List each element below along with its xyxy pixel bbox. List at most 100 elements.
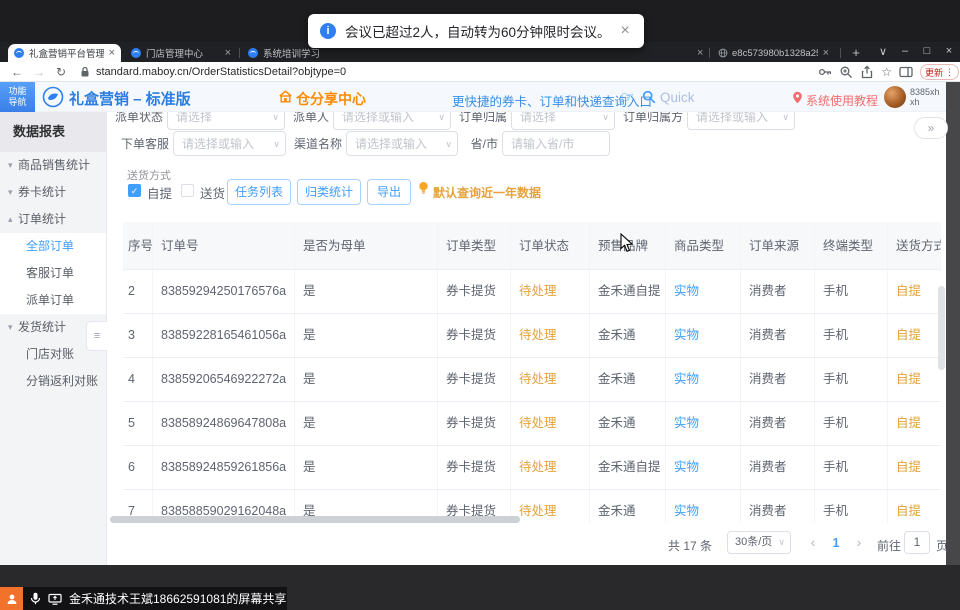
table-cell: 金禾通 [590, 358, 666, 401]
urlbar-actions: ☆ [818, 62, 934, 82]
system-tutorial-link[interactable]: 系统使用教程 [806, 92, 878, 109]
default-query-hint: 默认查询近一年数据 [433, 184, 541, 201]
filter-input-province-city[interactable]: 请输入省/市 [502, 131, 610, 156]
task-list-button[interactable]: 任务列表 [227, 179, 291, 205]
filter-label-province-city: 省/市 [464, 131, 498, 156]
url-text[interactable]: standard.maboy.cn/OrderStatisticsDetail?… [96, 66, 346, 78]
user-avatar[interactable] [884, 86, 906, 108]
browser-urlbar: ← → ↻ standard.maboy.cn/OrderStatisticsD… [0, 62, 960, 82]
checkbox-delivery[interactable] [181, 184, 194, 197]
reload-icon[interactable]: ↻ [50, 65, 72, 79]
table-cell: 券卡提货 [438, 402, 511, 445]
sidebar-item-1[interactable]: ▾商品销售统计 [0, 152, 106, 179]
table-row-4: 583858924869647808a是券卡提货待处理金禾通实物消费者手机自提 [123, 402, 941, 446]
table-cell[interactable]: 实物 [666, 358, 741, 401]
tab-close-icon[interactable]: × [109, 47, 115, 59]
sidebar-collapse-handle[interactable]: ≡ [86, 321, 107, 351]
pagination-goto-input[interactable]: 1 [904, 531, 930, 554]
menu-dots-icon[interactable]: ⋮ [945, 67, 954, 78]
new-tab-button[interactable]: + [848, 45, 864, 61]
expand-arrow-icon: ▾ [8, 314, 18, 341]
window-minimize-button[interactable]: – [894, 45, 916, 57]
table-cell: 83858924869647808a [153, 402, 295, 445]
tab-separator [709, 48, 710, 58]
table-row-3: 483859206546922272a是券卡提货待处理金禾通实物消费者手机自提 [123, 358, 941, 402]
table-cell: 消费者 [741, 490, 815, 523]
table-cell: 自提 [888, 446, 941, 489]
globe-icon [718, 48, 728, 58]
zoom-icon[interactable] [839, 65, 853, 79]
tab-title: 门店管理中心 [146, 46, 220, 60]
side-panel-icon[interactable] [899, 65, 913, 79]
checkbox-label-self-pickup[interactable]: 自提 [147, 183, 172, 202]
microphone-icon [30, 592, 41, 605]
export-button[interactable]: 导出 [367, 179, 411, 205]
table-cell: 83859228165461056a [153, 314, 295, 357]
column-header: 订单来源 [741, 222, 815, 269]
site-favicon [131, 48, 141, 58]
tab-search-chevron-icon[interactable]: ∨ [872, 45, 894, 58]
screen-right-strip [946, 82, 960, 565]
vertical-scrollbar[interactable] [938, 286, 945, 370]
pagination-prev-button[interactable]: ‹ [803, 534, 823, 550]
filter-select-channel-name[interactable]: 请选择或输入 ∨ [346, 131, 458, 156]
table-cell[interactable]: 实物 [666, 270, 741, 313]
key-icon[interactable] [818, 65, 832, 79]
browser-tab-4[interactable]: e8c573980b1328a258fd2e6f8 × [712, 44, 835, 62]
function-nav-line1: 功能 [0, 86, 35, 97]
table-cell: 自提 [888, 490, 941, 523]
bookmark-star-icon[interactable]: ☆ [881, 65, 892, 79]
window-close-button[interactable]: × [938, 45, 960, 57]
toast-close-icon[interactable]: × [621, 23, 630, 39]
page-size-select[interactable]: 30条/页 ∨ [727, 531, 791, 554]
table-row-2: 383859228165461056a是券卡提货待处理金禾通实物消费者手机自提 [123, 314, 941, 358]
sidebar-item-2[interactable]: ▾券卡统计 [0, 179, 106, 206]
table-cell: 是 [295, 402, 438, 445]
window-maximize-button[interactable]: □ [916, 45, 938, 57]
sidebar-item-9[interactable]: 分销返利对账 [0, 368, 106, 395]
sidebar-item-4[interactable]: 全部订单 [0, 233, 106, 260]
table-cell[interactable]: 实物 [666, 402, 741, 445]
checkbox-label-delivery[interactable]: 送货 [200, 183, 225, 202]
tab-separator [840, 48, 841, 58]
column-header: 序号 [123, 222, 153, 269]
category-stats-button[interactable]: 归类统计 [297, 179, 361, 205]
back-icon[interactable]: ← [6, 65, 28, 79]
function-nav-button[interactable]: 功能 导航 [0, 82, 35, 112]
quick-search-label[interactable]: Quick [660, 90, 695, 105]
column-header: 终端类型 [815, 222, 888, 269]
user-info: 8385xh xh [910, 87, 940, 107]
chevron-down-icon: ∨ [778, 532, 785, 553]
expand-arrow-icon: ▾ [8, 179, 18, 206]
quick-search-icon[interactable] [642, 90, 656, 104]
sidebar-item-5[interactable]: 客服订单 [0, 260, 106, 287]
pagination-next-button[interactable]: › [849, 534, 869, 550]
table-cell: 自提 [888, 314, 941, 357]
browser-tab-1[interactable]: 礼盒营销平台管理中心 × [8, 44, 121, 62]
table-cell: 消费者 [741, 270, 815, 313]
column-header: 送货方式 [888, 222, 941, 269]
filters-expand-button[interactable]: » [914, 117, 948, 139]
tab-close-icon[interactable]: × [823, 47, 829, 59]
warehouse-share-center-link[interactable]: 仓分享中心 [296, 89, 366, 109]
browser-tab-2[interactable]: 门店管理中心 × [125, 44, 237, 62]
meeting-toast: i 会议已超过2人，自动转为60分钟限时会议。 × [308, 14, 644, 48]
filter-select-order-agent[interactable]: 请选择或输入 ∨ [173, 131, 286, 156]
horizontal-scrollbar[interactable] [110, 516, 520, 523]
sidebar-item-6[interactable]: 派单订单 [0, 287, 106, 314]
sidebar-item-label: 券卡统计 [18, 179, 66, 206]
tab-close-icon[interactable]: × [697, 47, 703, 59]
tab-close-icon[interactable]: × [225, 47, 231, 59]
placeholder: 请选择或输入 [347, 132, 457, 156]
table-cell[interactable]: 实物 [666, 446, 741, 489]
sidebar-item-3[interactable]: ▴订单统计 [0, 206, 106, 233]
chevron-down-icon: ∨ [445, 132, 452, 156]
share-icon[interactable] [860, 65, 874, 79]
table-cell[interactable]: 实物 [666, 490, 741, 523]
table-cell: 待处理 [511, 314, 590, 357]
tab-title: 系统培训学习 [263, 46, 348, 60]
checkbox-self-pickup[interactable]: ✓ [128, 184, 141, 197]
table-cell[interactable]: 实物 [666, 314, 741, 357]
browser-update-button[interactable]: 更新 ⋮ [920, 64, 959, 80]
pagination-current-page[interactable]: 1 [826, 536, 846, 550]
